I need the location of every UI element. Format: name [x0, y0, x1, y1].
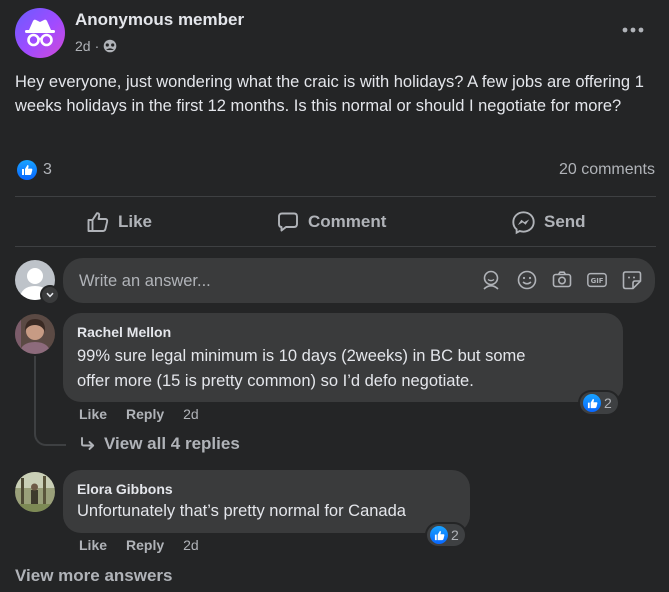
comment-bubble: Rachel Mellon 99% sure legal minimum is …	[63, 313, 623, 402]
commenter-avatar[interactable]	[15, 314, 55, 354]
reply-thread-line	[34, 356, 66, 446]
commenter-avatar[interactable]	[15, 472, 55, 512]
comment-bubble: Elora Gibbons Unfortunately that’s prett…	[63, 470, 470, 533]
like-reaction-icon	[583, 394, 601, 412]
comment-reaction-count: 2	[604, 395, 612, 411]
group-members-icon	[103, 39, 117, 53]
emoji-icon[interactable]	[516, 269, 538, 291]
post-meta: 2d ·	[75, 38, 117, 54]
like-button[interactable]: Like	[86, 207, 152, 237]
divider	[15, 196, 656, 197]
comment-reactions[interactable]: 2	[580, 392, 618, 414]
incognito-icon	[25, 19, 55, 47]
post-author-name[interactable]: Anonymous member	[75, 10, 244, 30]
comments-count-link[interactable]: 20 comments	[559, 161, 655, 179]
divider	[15, 246, 656, 247]
comment-actions: Like Reply 2d	[79, 406, 199, 422]
comment-reaction-count: 2	[451, 527, 459, 543]
post-time[interactable]: 2d	[75, 38, 91, 54]
chevron-down-icon	[46, 292, 54, 298]
camera-icon[interactable]	[551, 269, 573, 291]
comment-label: Comment	[308, 212, 387, 231]
comment-like-button[interactable]: Like	[79, 406, 107, 422]
send-label: Send	[544, 212, 586, 231]
svg-text:GIF: GIF	[591, 277, 604, 285]
send-button[interactable]: Send	[511, 207, 586, 237]
comment-text-line: Unfortunately that’s pretty normal for C…	[77, 502, 406, 520]
comment-time[interactable]: 2d	[183, 406, 199, 422]
comment-text-line: 99% sure legal minimum is 10 days (2week…	[77, 347, 526, 365]
thumbs-up-icon	[87, 212, 109, 232]
comment-time[interactable]: 2d	[183, 537, 199, 553]
reaction-summary[interactable]: 3	[17, 160, 52, 180]
sticker-icon[interactable]	[621, 269, 643, 291]
profile-photo	[15, 314, 55, 354]
commenter-name[interactable]: Elora Gibbons	[77, 481, 173, 497]
reaction-count: 3	[43, 161, 52, 178]
more-options-button[interactable]	[616, 18, 650, 42]
view-more-answers-link[interactable]: View more answers	[15, 566, 173, 586]
avatar-sticker-icon[interactable]	[480, 269, 502, 291]
messenger-icon	[512, 210, 535, 234]
answer-composer: GIF	[63, 258, 655, 305]
anonymous-avatar[interactable]	[15, 8, 65, 58]
comment-reply-button[interactable]: Reply	[126, 537, 164, 553]
profile-switcher-button[interactable]	[40, 285, 60, 305]
ellipsis-icon	[622, 27, 644, 33]
gif-icon[interactable]: GIF	[586, 269, 608, 291]
like-reaction-icon	[430, 526, 448, 544]
comment-bubble-icon	[278, 212, 298, 232]
comment-reactions[interactable]: 2	[427, 524, 465, 546]
reply-arrow-icon	[81, 437, 95, 450]
like-reaction-icon	[17, 160, 37, 180]
answer-input[interactable]	[77, 258, 461, 305]
view-replies-label: View all 4 replies	[104, 434, 240, 453]
view-replies-link[interactable]: View all 4 replies	[80, 434, 240, 454]
profile-photo	[15, 472, 55, 512]
comment-text-line: offer more (15 is pretty common) so I’d …	[77, 372, 474, 390]
meta-separator: ·	[94, 38, 100, 54]
like-label: Like	[118, 212, 153, 231]
post-body-text: Hey everyone, just wondering what the cr…	[15, 73, 644, 115]
comment-actions: Like Reply 2d	[79, 537, 199, 553]
comment-button[interactable]: Comment	[276, 207, 386, 237]
comment-like-button[interactable]: Like	[79, 537, 107, 553]
comment-reply-button[interactable]: Reply	[126, 406, 164, 422]
commenter-name[interactable]: Rachel Mellon	[77, 324, 171, 340]
